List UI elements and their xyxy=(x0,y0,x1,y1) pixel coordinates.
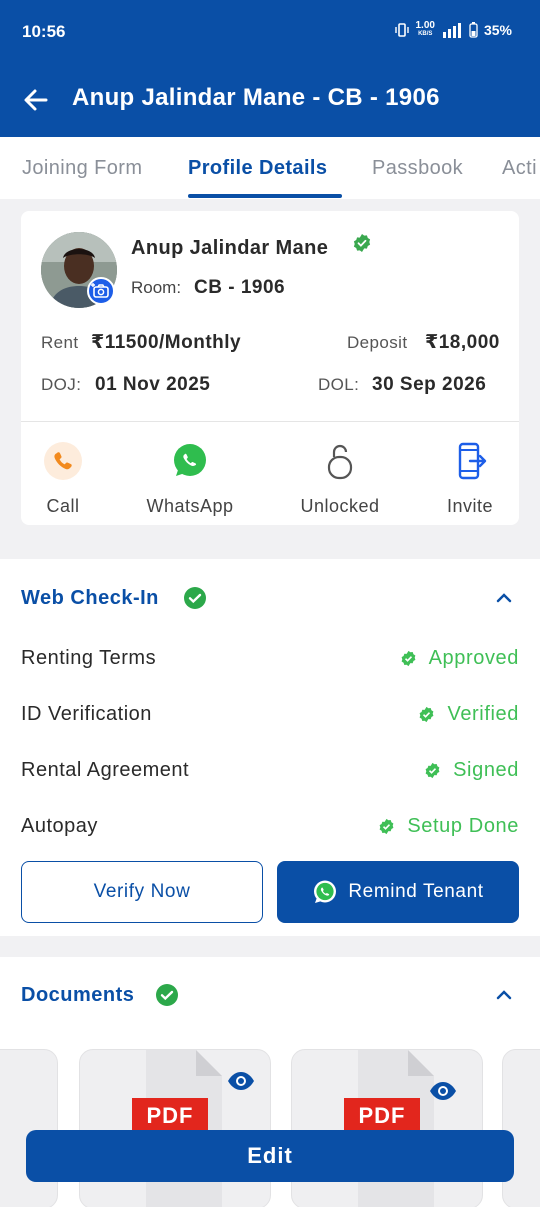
verify-now-button[interactable]: Verify Now xyxy=(21,861,263,923)
pdf-badge: PDF xyxy=(344,1098,420,1134)
whatsapp-button[interactable]: WhatsApp xyxy=(135,441,245,517)
rental-agreement-label: Rental Agreement xyxy=(21,759,190,781)
deposit-label: Deposit xyxy=(347,333,408,352)
signed-check-icon xyxy=(425,762,440,779)
dol-label: DOL: xyxy=(318,375,360,394)
checkin-complete-icon xyxy=(184,587,206,609)
dol-value: 30 Sep 2026 xyxy=(372,374,487,395)
edit-button[interactable]: Edit xyxy=(26,1130,514,1182)
call-button[interactable]: Call xyxy=(8,441,118,517)
tab-activity[interactable]: Acti xyxy=(502,157,537,180)
unlocked-button[interactable]: Unlocked xyxy=(285,441,395,517)
deposit-value: ₹18,000 xyxy=(425,332,500,353)
tenant-name: Anup Jalindar Mane xyxy=(131,237,329,259)
divider xyxy=(21,421,519,422)
web-checkin-section: Web Check-In Renting Terms Approved ID V… xyxy=(0,559,540,936)
room-value: CB - 1906 xyxy=(194,277,286,298)
phone-icon xyxy=(44,442,82,480)
invite-button[interactable]: Invite xyxy=(415,441,525,517)
profile-card: Anup Jalindar Mane Room: CB - 1906 Rent … xyxy=(21,211,519,525)
unlocked-icon xyxy=(327,444,353,480)
status-icons: 1.00 KB/S 35% xyxy=(394,20,512,38)
camera-icon xyxy=(91,283,109,298)
web-checkin-title: Web Check-In xyxy=(21,587,159,609)
eye-icon[interactable] xyxy=(226,1070,256,1092)
renting-terms-label: Renting Terms xyxy=(21,647,157,669)
documents-complete-icon xyxy=(156,984,178,1006)
documents-title: Documents xyxy=(21,984,135,1006)
remind-tenant-button[interactable]: Remind Tenant xyxy=(277,861,519,923)
room-label: Room: xyxy=(131,278,182,297)
app-header: 10:56 1.00 KB/S 35% Anup Jalindar Mane -… xyxy=(0,0,540,137)
tab-bar: Joining Form Profile Details Passbook Ac… xyxy=(0,137,540,199)
chevron-up-icon[interactable] xyxy=(494,985,514,1005)
net-speed: 1.00 KB/S xyxy=(415,20,435,38)
rent-label: Rent xyxy=(41,333,79,352)
tab-joining-form[interactable]: Joining Form xyxy=(22,157,142,180)
vibrate-icon xyxy=(394,23,409,37)
rent-value: ₹11500/Monthly xyxy=(91,332,242,353)
autopay-label: Autopay xyxy=(21,815,98,837)
status-bar: 10:56 1.00 KB/S 35% xyxy=(0,0,540,64)
rental-agreement-status: Signed xyxy=(424,759,519,782)
battery-percent: 35% xyxy=(483,22,512,38)
tab-passbook[interactable]: Passbook xyxy=(372,157,463,180)
whatsapp-icon xyxy=(174,444,206,476)
document-card[interactable]: PDF xyxy=(291,1049,483,1207)
autopay-status: Setup Done xyxy=(378,815,519,838)
eye-icon[interactable] xyxy=(428,1080,458,1102)
renting-terms-status: Approved xyxy=(400,647,519,670)
doj-label: DOJ: xyxy=(41,375,82,394)
pdf-badge: PDF xyxy=(132,1098,208,1134)
document-card[interactable]: PDF xyxy=(79,1049,271,1207)
invite-icon xyxy=(458,442,487,480)
verified-icon xyxy=(353,234,371,252)
id-verification-label: ID Verification xyxy=(21,703,152,725)
page-title: Anup Jalindar Mane - CB - 1906 xyxy=(72,84,440,111)
id-verification-status: Verified xyxy=(418,703,519,726)
whatsapp-icon xyxy=(314,880,337,903)
doj-value: 01 Nov 2025 xyxy=(95,374,211,395)
change-photo-button[interactable] xyxy=(87,277,115,305)
document-carousel[interactable]: PDF PDF xyxy=(0,1049,540,1207)
active-tab-indicator xyxy=(188,194,342,198)
arrow-left-icon[interactable] xyxy=(20,84,52,116)
tab-profile-details[interactable]: Profile Details xyxy=(188,157,327,180)
battery-icon xyxy=(469,22,478,38)
chevron-up-icon[interactable] xyxy=(494,588,514,608)
setup-done-check-icon xyxy=(379,818,394,835)
document-card[interactable] xyxy=(502,1049,540,1207)
verified-check-icon xyxy=(420,706,434,723)
document-card[interactable] xyxy=(0,1049,58,1207)
signal-icon xyxy=(442,23,461,38)
status-time: 10:56 xyxy=(22,22,66,41)
approved-check-icon xyxy=(401,650,415,667)
